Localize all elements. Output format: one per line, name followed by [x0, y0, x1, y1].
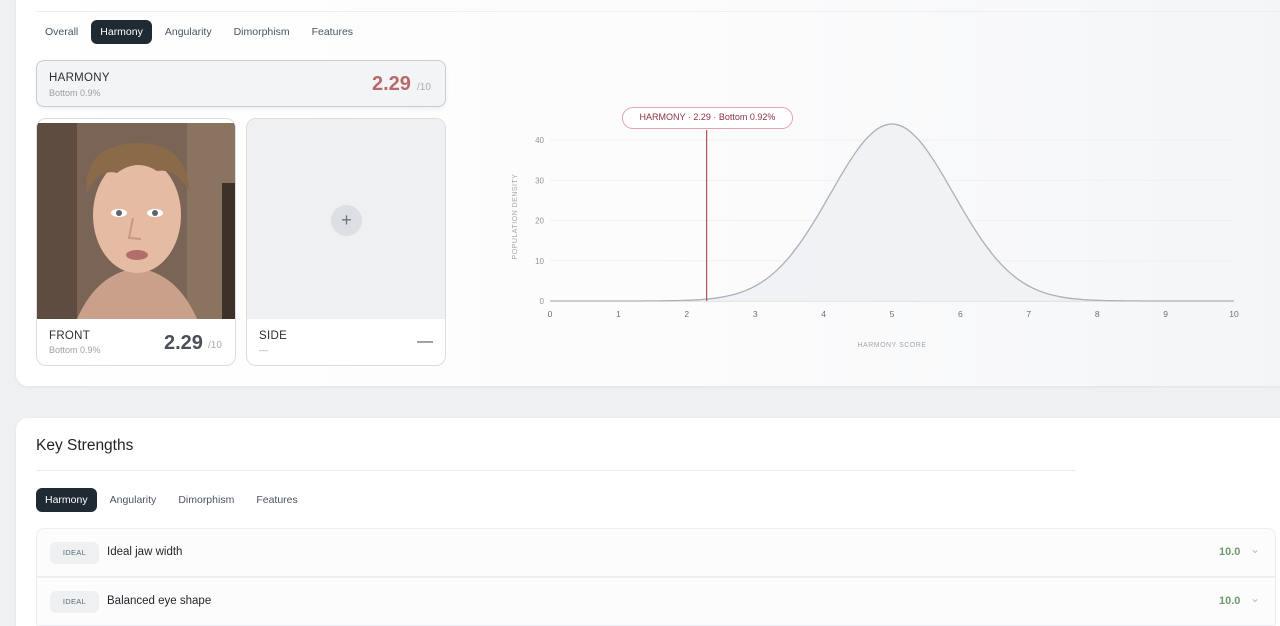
x-tick-label: 4 — [821, 309, 826, 319]
x-tick-label: 2 — [684, 309, 689, 319]
strength-label: Balanced eye shape — [107, 595, 212, 607]
summary-score: 2.29 — [372, 73, 411, 95]
y-axis-label: POPULATION DENSITY — [512, 174, 519, 260]
chevron-down-icon[interactable]: ⌄ — [1250, 591, 1260, 605]
summary-score-denominator: /10 — [417, 82, 431, 93]
ideal-badge: IDEAL — [50, 542, 99, 564]
distribution-area — [550, 124, 1234, 301]
distribution-chart: 0 10 20 30 40 0 1 2 3 4 5 6 7 8 9 10 HARMONY SCORE POPU… — [500, 100, 1260, 360]
strength-score: 10.0 — [1219, 546, 1241, 558]
side-percentile: — — [259, 345, 268, 355]
side-title: SIDE — [259, 330, 288, 342]
x-tick-label: 9 — [1163, 309, 1168, 319]
strength-tabs: Harmony Angularity Dimorphism Features — [36, 488, 307, 512]
strength-row[interactable]: IDEAL Ideal jaw width 10.0 ⌄ — [36, 528, 1276, 577]
y-tick-label: 40 — [535, 136, 544, 145]
front-percentile: Bottom 0.9% — [49, 345, 101, 355]
tab-angularity[interactable]: Angularity — [156, 20, 221, 44]
front-photo-card[interactable]: FRONT Bottom 0.9% 2.29 /10 — [36, 118, 236, 366]
x-tick-label: 7 — [1026, 309, 1031, 319]
strength-score: 10.0 — [1219, 595, 1241, 607]
tab-features[interactable]: Features — [303, 20, 362, 44]
x-tick-label: 1 — [616, 309, 621, 319]
front-score-denominator: /10 — [208, 340, 222, 351]
x-tick-label: 3 — [753, 309, 758, 319]
tab-overall[interactable]: Overall — [36, 20, 87, 44]
y-tick-label: 10 — [535, 257, 544, 266]
strength-tab-dimorphism[interactable]: Dimorphism — [169, 488, 243, 512]
harmony-summary: HARMONY Bottom 0.9% 2.29 /10 — [36, 60, 446, 107]
x-axis-label: HARMONY SCORE — [858, 342, 927, 349]
x-tick-label: 8 — [1095, 309, 1100, 319]
front-face-photo — [37, 123, 235, 319]
strength-tab-features[interactable]: Features — [247, 488, 306, 512]
strength-tab-harmony[interactable]: Harmony — [36, 488, 97, 512]
distribution-chart-svg: 0 10 20 30 40 0 1 2 3 4 5 6 7 8 9 10 HARMONY SCORE POPU… — [512, 123, 1239, 349]
divider — [36, 470, 1076, 471]
category-tabs: Overall Harmony Angularity Dimorphism Fe… — [36, 20, 362, 44]
x-tick-label: 0 — [548, 309, 553, 319]
strength-row[interactable]: IDEAL Balanced eye shape 10.0 ⌄ — [36, 577, 1276, 626]
summary-title: HARMONY — [49, 72, 110, 84]
side-photo-placeholder: + — [247, 119, 445, 319]
x-tick-label: 10 — [1229, 309, 1239, 319]
ideal-badge: IDEAL — [50, 591, 99, 613]
y-tick-label: 0 — [540, 297, 545, 306]
y-tick-label: 30 — [535, 176, 544, 185]
strength-label: Ideal jaw width — [107, 546, 183, 558]
y-tick-label: 20 — [535, 217, 544, 226]
section-title: Key Strengths — [36, 437, 134, 454]
divider — [36, 11, 1280, 12]
tab-dimorphism[interactable]: Dimorphism — [225, 20, 299, 44]
x-tick-label: 5 — [890, 309, 895, 319]
front-score: 2.29 — [164, 332, 203, 354]
front-title: FRONT — [49, 330, 91, 342]
side-score: — — [417, 333, 433, 350]
score-tooltip: HARMONY · 2.29 · Bottom 0.92% — [622, 107, 793, 129]
add-photo-icon[interactable]: + — [331, 205, 362, 236]
chevron-down-icon[interactable]: ⌄ — [1250, 542, 1260, 556]
x-tick-label: 6 — [958, 309, 963, 319]
tab-harmony[interactable]: Harmony — [91, 20, 152, 44]
side-photo-card[interactable]: + SIDE — — — [246, 118, 446, 366]
summary-percentile: Bottom 0.9% — [49, 88, 101, 98]
strength-tab-angularity[interactable]: Angularity — [101, 488, 166, 512]
